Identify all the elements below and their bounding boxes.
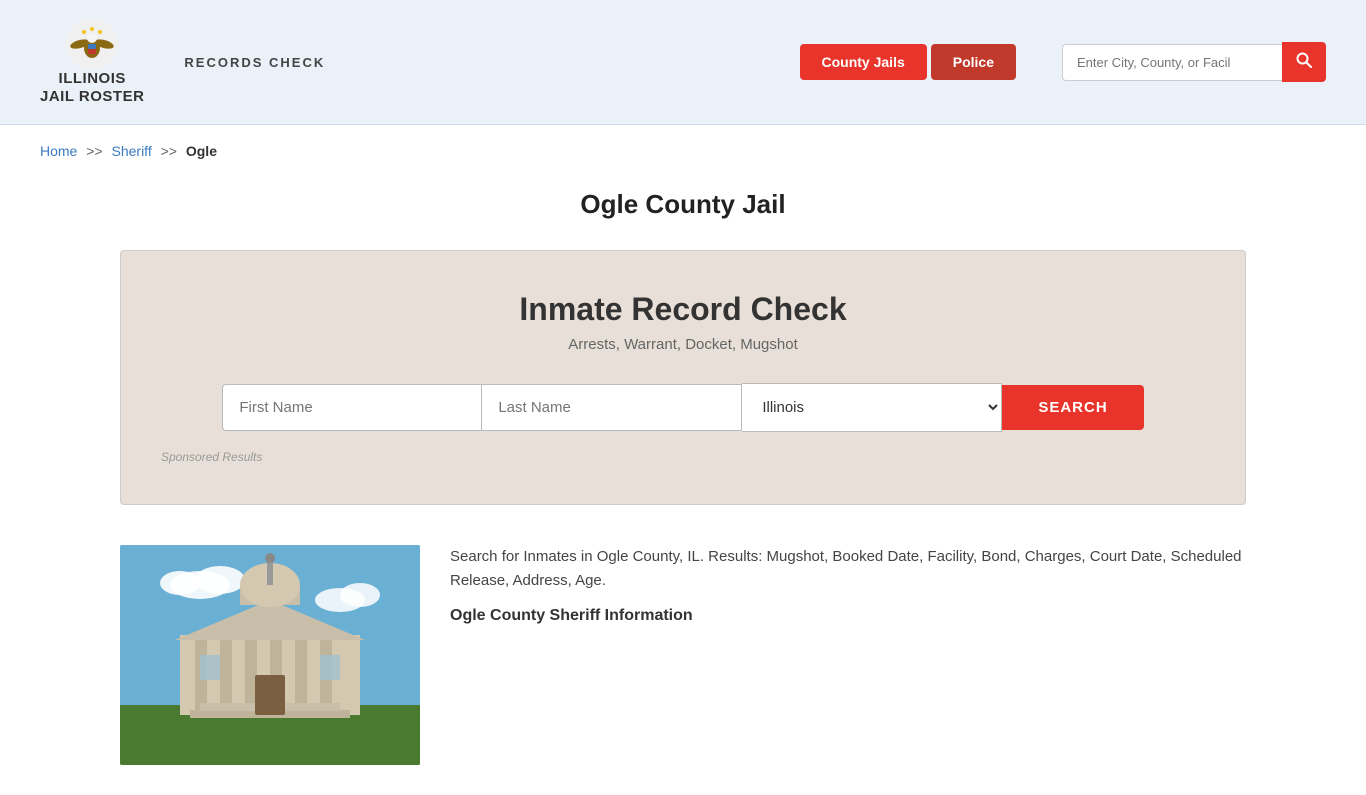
logo-text: ILLINOISJAIL ROSTER [40,70,144,106]
breadcrumb: Home >> Sheriff >> Ogle [0,125,1366,169]
content-sub-heading: Ogle County Sheriff Information [450,603,1246,629]
records-check-label: RECORDS CHECK [184,55,325,70]
record-check-subtitle: Arrests, Warrant, Docket, Mugshot [161,336,1205,353]
last-name-input[interactable] [482,384,742,431]
breadcrumb-sep-1: >> [86,143,102,159]
record-check-title: Inmate Record Check [161,291,1205,328]
illinois-seal-icon [66,18,118,70]
breadcrumb-current: Ogle [186,143,217,159]
police-button[interactable]: Police [931,44,1016,80]
breadcrumb-sep-2: >> [161,143,177,159]
search-icon [1296,52,1312,68]
site-header: ILLINOISJAIL ROSTER RECORDS CHECK County… [0,0,1366,125]
header-search-button[interactable] [1282,42,1326,82]
nav-buttons: County Jails Police [800,44,1017,80]
content-text-area: Search for Inmates in Ogle County, IL. R… [450,545,1246,639]
breadcrumb-home[interactable]: Home [40,143,77,159]
state-select[interactable]: Illinois Alabama Alaska Arizona Arkansas… [742,383,1002,432]
courthouse-illustration [120,545,420,765]
record-check-box: Inmate Record Check Arrests, Warrant, Do… [120,250,1246,505]
page-title: Ogle County Jail [40,189,1326,220]
county-jails-button[interactable]: County Jails [800,44,927,80]
site-logo[interactable]: ILLINOISJAIL ROSTER [40,18,144,106]
first-name-input[interactable] [222,384,482,431]
header-search-bar [1062,42,1326,82]
content-section: Search for Inmates in Ogle County, IL. R… [0,535,1366,795]
header-search-input[interactable] [1062,44,1282,81]
sponsored-results-label: Sponsored Results [161,450,1205,464]
courthouse-image [120,545,420,765]
content-description: Search for Inmates in Ogle County, IL. R… [450,545,1246,593]
page-title-section: Ogle County Jail [0,169,1366,250]
breadcrumb-sheriff[interactable]: Sheriff [112,143,152,159]
inmate-search-form: Illinois Alabama Alaska Arizona Arkansas… [161,383,1205,432]
inmate-search-button[interactable]: SEARCH [1002,385,1143,430]
